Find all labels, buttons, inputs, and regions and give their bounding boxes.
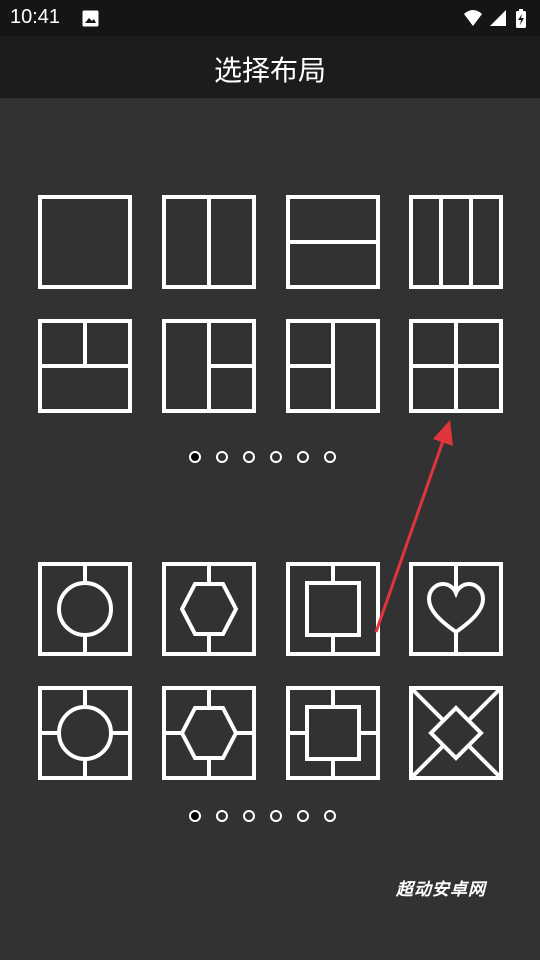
cell-signal-icon [490,10,506,26]
page-indicator-shapes [0,810,540,826]
layout-diamond-cross[interactable] [409,686,503,780]
page-title: 选择布局 [213,54,326,87]
layout-heart-center[interactable] [409,562,503,656]
page-dot-1[interactable] [189,451,201,463]
page-dot-5[interactable] [297,810,309,822]
app-bar: 选择布局 [0,36,540,98]
watermark: 超动安卓网 [396,880,486,900]
page-dot-3[interactable] [243,810,255,822]
wifi-icon [464,10,482,26]
page-indicator-rectangular [0,451,540,467]
layout-single[interactable] [38,195,132,289]
layout-hexagon-cross[interactable] [162,686,256,780]
layout-left-two-right-one[interactable] [286,319,380,413]
layout-two-columns[interactable] [162,195,256,289]
layout-grid-2x2[interactable] [409,319,503,413]
layout-circle-center[interactable] [38,562,132,656]
page-dot-5[interactable] [297,451,309,463]
layout-hexagon-center[interactable] [162,562,256,656]
layout-circle-cross[interactable] [38,686,132,780]
page-dot-3[interactable] [243,451,255,463]
status-bar: 10:41 [0,0,540,36]
page-dot-1[interactable] [189,810,201,822]
battery-icon [516,9,526,28]
image-notification-icon [82,10,99,27]
layout-two-rows[interactable] [286,195,380,289]
layout-left-one-right-two[interactable] [162,319,256,413]
page-dot-6[interactable] [324,451,336,463]
layout-square-cross[interactable] [286,686,380,780]
layout-square-center[interactable] [286,562,380,656]
page-dot-4[interactable] [270,810,282,822]
page-dot-2[interactable] [216,810,228,822]
status-time: 10:41 [10,6,61,28]
status-icons [464,9,526,28]
page-dot-6[interactable] [324,810,336,822]
layout-three-columns[interactable] [409,195,503,289]
page-dot-2[interactable] [216,451,228,463]
page-dot-4[interactable] [270,451,282,463]
layout-top-two-bottom-one[interactable] [38,319,132,413]
